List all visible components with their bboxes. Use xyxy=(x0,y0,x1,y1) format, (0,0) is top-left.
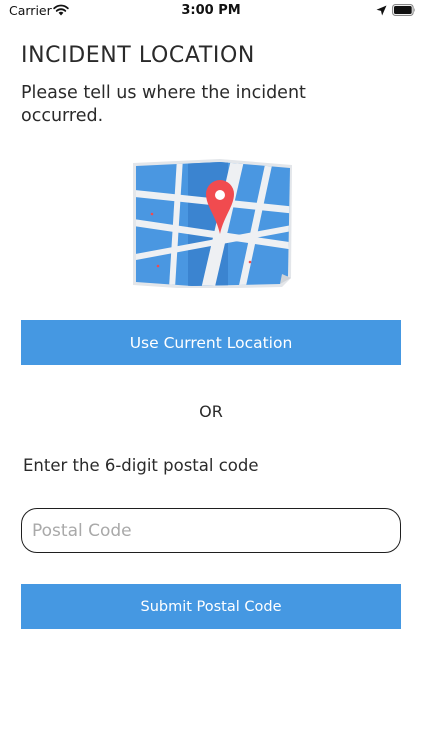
page-title: INCIDENT LOCATION xyxy=(21,43,255,68)
map-pin-illustration xyxy=(133,159,292,288)
status-time: 3:00 PM xyxy=(181,3,241,18)
battery-icon xyxy=(392,4,415,16)
or-divider-label: OR xyxy=(199,402,223,421)
submit-postal-code-button[interactable]: Submit Postal Code xyxy=(21,584,401,629)
postal-code-prompt: Enter the 6-digit postal code xyxy=(23,456,259,475)
use-current-location-button[interactable]: Use Current Location xyxy=(21,320,401,365)
page-subtitle: Please tell us where the incident occurr… xyxy=(21,83,306,126)
location-arrow-icon xyxy=(376,5,387,16)
status-bar: Carrier 3:00 PM xyxy=(0,0,422,22)
postal-code-input[interactable] xyxy=(21,508,401,553)
